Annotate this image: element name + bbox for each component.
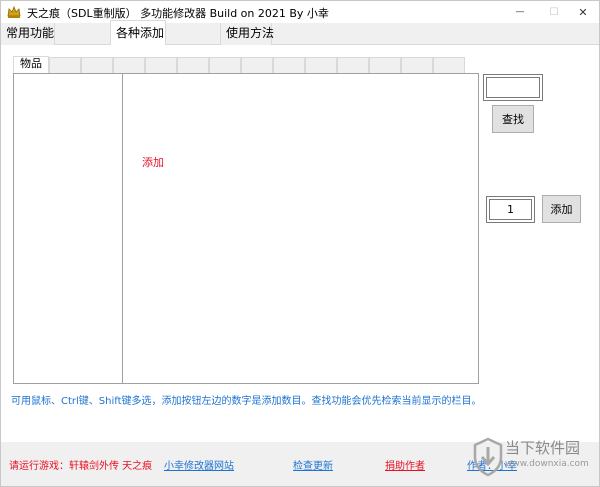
list-placeholder: 添加	[142, 156, 164, 169]
usage-hint: 可用鼠标、Ctrl键、Shift键多选，添加按钮左边的数字是添加数目。查找功能会…	[11, 396, 482, 407]
title-bar[interactable]: 天之痕（SDL重制版） 多功能修改器 Build on 2021 By 小幸 —…	[1, 1, 599, 23]
category-tab[interactable]	[177, 57, 209, 73]
close-button[interactable]: ✕	[566, 1, 600, 23]
category-tab[interactable]	[401, 57, 433, 73]
donate-link[interactable]: 捐助作者	[385, 457, 425, 472]
quantity-input[interactable]: 1	[486, 196, 535, 223]
website-link[interactable]: 小幸修改器网站	[164, 457, 234, 472]
category-tab[interactable]	[81, 57, 113, 73]
game-status: 请运行游戏：轩辕剑外传 天之痕	[9, 461, 153, 472]
tab-common-functions[interactable]: 常用功能	[1, 23, 55, 45]
category-tab[interactable]	[305, 57, 337, 73]
crown-icon	[7, 5, 21, 18]
close-icon: ✕	[578, 5, 588, 19]
item-list-frame: 添加	[13, 73, 479, 384]
app-window: 天之痕（SDL重制版） 多功能修改器 Build on 2021 By 小幸 —…	[0, 0, 600, 487]
category-tab[interactable]	[113, 57, 145, 73]
minimize-button[interactable]: —	[503, 1, 537, 23]
maximize-icon: ☐	[549, 6, 559, 18]
tab-usage[interactable]: 使用方法	[220, 23, 274, 45]
category-tab[interactable]	[145, 57, 177, 73]
minimize-icon: —	[515, 7, 525, 17]
category-tab[interactable]	[209, 57, 241, 73]
watermark-url: www.downxia.com	[505, 459, 589, 469]
main-tab-strip: 常用功能 各种添加 使用方法	[1, 20, 599, 46]
category-tab[interactable]	[273, 57, 305, 73]
category-tab[interactable]	[369, 57, 401, 73]
watermark-logo: 当下软件园 www.downxia.com	[471, 433, 599, 485]
search-input[interactable]	[483, 74, 543, 101]
shield-icon	[473, 437, 503, 477]
add-button[interactable]: 添加	[542, 195, 581, 223]
watermark-brand: 当下软件园	[505, 439, 581, 457]
category-tab[interactable]	[433, 57, 465, 73]
category-tab[interactable]	[49, 57, 81, 73]
tab-items[interactable]: 物品	[13, 56, 49, 73]
search-button[interactable]: 查找	[492, 105, 534, 133]
category-list[interactable]	[14, 74, 123, 383]
window-title: 天之痕（SDL重制版） 多功能修改器 Build on 2021 By 小幸	[27, 7, 329, 20]
check-update-link[interactable]: 检查更新	[293, 457, 333, 472]
tab-various-add[interactable]: 各种添加	[110, 20, 166, 46]
category-tab[interactable]	[241, 57, 273, 73]
add-panel: 物品 添加 查找 1 添加 可用鼠标、Ctrl键、Shift键多选，添加按钮左边…	[1, 45, 599, 442]
category-tab[interactable]	[337, 57, 369, 73]
